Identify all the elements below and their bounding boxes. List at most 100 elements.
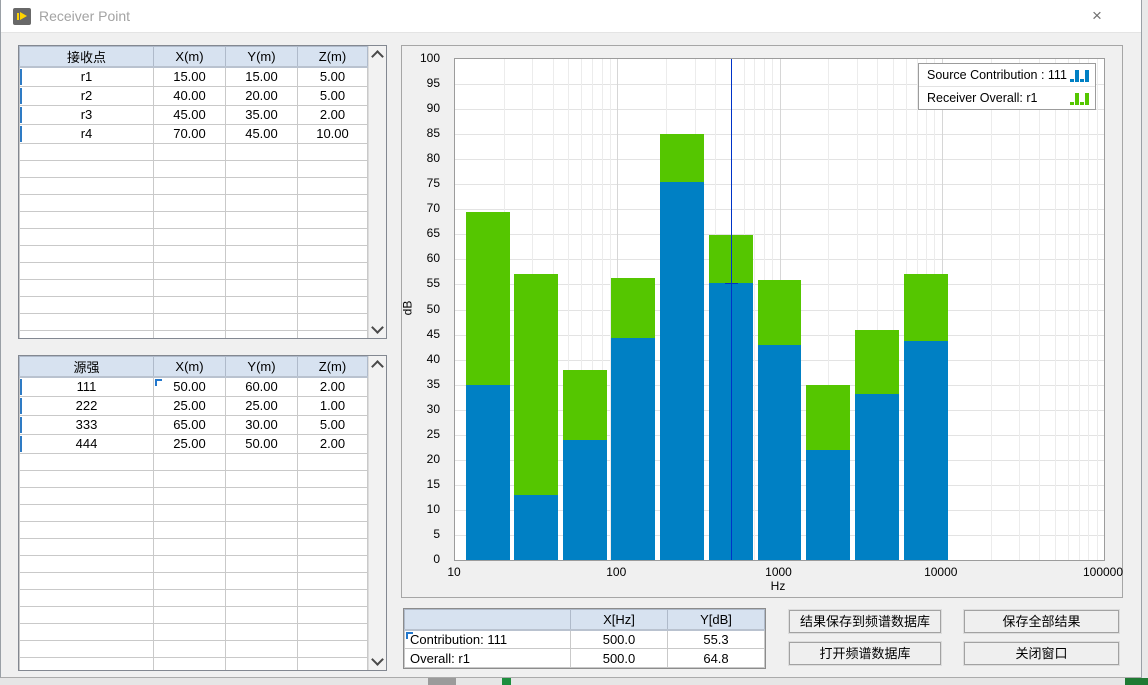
table-row[interactable]: r345.0035.002.00 <box>20 105 368 124</box>
table-cell[interactable]: Overall: r1 <box>405 649 571 668</box>
contribution-bar[interactable] <box>904 341 948 560</box>
labview-app-icon <box>13 8 31 25</box>
table-row[interactable]: r240.0020.005.00 <box>20 86 368 105</box>
table-cell[interactable]: 55.3 <box>668 630 765 649</box>
chart-cursor-cross[interactable] <box>725 283 738 284</box>
table-cell[interactable]: 45.00 <box>154 105 226 124</box>
table-cell[interactable]: 25.00 <box>154 434 226 453</box>
table-row[interactable]: 33365.0030.005.00 <box>20 415 368 434</box>
close-window-button[interactable]: 关闭窗口 <box>964 642 1119 665</box>
table-row[interactable]: 44425.0050.002.00 <box>20 434 368 453</box>
table-cell[interactable]: 5.00 <box>298 415 368 434</box>
open-spectrum-db-button[interactable]: 打开频谱数据库 <box>789 642 941 665</box>
table-cell[interactable]: 64.8 <box>668 649 765 668</box>
table-cell[interactable]: 5.00 <box>298 67 368 86</box>
column-header: X[Hz] <box>571 610 668 630</box>
contribution-bar[interactable] <box>758 345 802 560</box>
table-cell[interactable]: 15.00 <box>226 67 298 86</box>
table-cell[interactable]: r1 <box>20 67 154 86</box>
contribution-bar[interactable] <box>660 182 704 560</box>
contribution-bar[interactable] <box>855 394 899 560</box>
y-tick-label: 60 <box>400 252 440 264</box>
contribution-bar[interactable] <box>611 338 655 560</box>
chart-cursor-line[interactable] <box>731 59 732 560</box>
table-row[interactable]: r115.0015.005.00 <box>20 67 368 86</box>
empty-row <box>20 589 368 606</box>
table-cell[interactable]: 333 <box>20 415 154 434</box>
table-cell[interactable]: 2.00 <box>298 105 368 124</box>
table-cell[interactable]: r2 <box>20 86 154 105</box>
table-cell[interactable]: 15.00 <box>154 67 226 86</box>
scroll-down-icon[interactable] <box>371 653 384 666</box>
save-results-to-spectrum-db-button[interactable]: 结果保存到频谱数据库 <box>789 610 941 633</box>
scroll-up-icon[interactable] <box>371 360 384 373</box>
table-cell[interactable]: 25.00 <box>154 396 226 415</box>
table-cell[interactable]: r3 <box>20 105 154 124</box>
table-cell[interactable]: 500.0 <box>571 630 668 649</box>
y-tick-label: 55 <box>400 277 440 289</box>
gridline-v-minor <box>1079 59 1080 560</box>
contribution-bar[interactable] <box>563 440 607 560</box>
table-row[interactable]: r470.0045.0010.00 <box>20 124 368 143</box>
table-cell[interactable]: 50.00 <box>154 377 226 396</box>
table-cell[interactable]: 60.00 <box>226 377 298 396</box>
table-row[interactable]: Overall: r1500.064.8 <box>405 649 765 668</box>
table-cell[interactable]: 2.00 <box>298 434 368 453</box>
gridline-v-minor <box>1019 59 1020 560</box>
table-cell[interactable]: 40.00 <box>154 86 226 105</box>
y-tick-label: 95 <box>400 77 440 89</box>
receiver-point-window: Receiver Point × 接收点X(m)Y(m)Z(m)r115.001… <box>0 0 1142 678</box>
table-row[interactable]: Contribution: 111500.055.3 <box>405 630 765 649</box>
contribution-bar[interactable] <box>514 495 558 560</box>
table-cell[interactable]: 45.00 <box>226 124 298 143</box>
contribution-bar[interactable] <box>806 450 850 560</box>
table-cell[interactable]: 35.00 <box>226 105 298 124</box>
table-cell[interactable]: 444 <box>20 434 154 453</box>
scroll-down-icon[interactable] <box>371 321 384 334</box>
column-header: X(m) <box>154 357 226 378</box>
close-icon[interactable]: × <box>1083 4 1111 28</box>
x-axis-label: Hz <box>743 579 813 593</box>
cursor-readout-table[interactable]: X[Hz]Y[dB]Contribution: 111500.055.3Over… <box>404 609 765 668</box>
table-cell[interactable]: r4 <box>20 124 154 143</box>
table-row[interactable]: 11150.0060.002.00 <box>20 377 368 396</box>
table-cell[interactable]: 10.00 <box>298 124 368 143</box>
chart-plot-area[interactable] <box>454 58 1105 561</box>
table-cell[interactable]: 1.00 <box>298 396 368 415</box>
table-cell[interactable]: 65.00 <box>154 415 226 434</box>
contribution-bar[interactable] <box>466 385 510 560</box>
table-cell[interactable]: 50.00 <box>226 434 298 453</box>
legend-item-overall[interactable]: Receiver Overall: r1 <box>919 86 1095 109</box>
table-cell[interactable]: 30.00 <box>226 415 298 434</box>
table-cell[interactable]: 222 <box>20 396 154 415</box>
x-tick-label: 10000 <box>906 565 976 579</box>
y-tick-label: 40 <box>400 353 440 365</box>
receiver-table-scrollbar[interactable] <box>368 46 386 338</box>
save-all-results-button[interactable]: 保存全部结果 <box>964 610 1119 633</box>
table-cell[interactable]: 2.00 <box>298 377 368 396</box>
empty-row <box>20 194 368 211</box>
table-row[interactable]: 22225.0025.001.00 <box>20 396 368 415</box>
cursor-readout-panel: X[Hz]Y[dB]Contribution: 111500.055.3Over… <box>403 608 766 669</box>
source-table-scrollbar[interactable] <box>368 356 386 670</box>
scroll-up-icon[interactable] <box>371 50 384 63</box>
empty-row <box>20 521 368 538</box>
table-cell[interactable]: Contribution: 111 <box>405 630 571 649</box>
empty-row <box>20 504 368 521</box>
table-cell[interactable]: 25.00 <box>226 396 298 415</box>
legend-label: Receiver Overall: r1 <box>927 91 1070 105</box>
column-header: Y(m) <box>226 357 298 378</box>
table-cell[interactable]: 500.0 <box>571 649 668 668</box>
column-header: 源强 <box>20 357 154 378</box>
legend-item-contribution[interactable]: Source Contribution : 111 <box>919 64 1095 86</box>
x-tick-label: 100 <box>581 565 651 579</box>
x-tick-label: 10 <box>419 565 489 579</box>
y-tick-label: 30 <box>400 403 440 415</box>
empty-row <box>20 538 368 555</box>
table-cell[interactable]: 20.00 <box>226 86 298 105</box>
receiver-points-table[interactable]: 接收点X(m)Y(m)Z(m)r115.0015.005.00r240.0020… <box>19 46 368 338</box>
source-strength-table[interactable]: 源强X(m)Y(m)Z(m)11150.0060.002.0022225.002… <box>19 356 368 670</box>
table-cell[interactable]: 70.00 <box>154 124 226 143</box>
table-cell[interactable]: 5.00 <box>298 86 368 105</box>
table-cell[interactable]: 111 <box>20 377 154 396</box>
